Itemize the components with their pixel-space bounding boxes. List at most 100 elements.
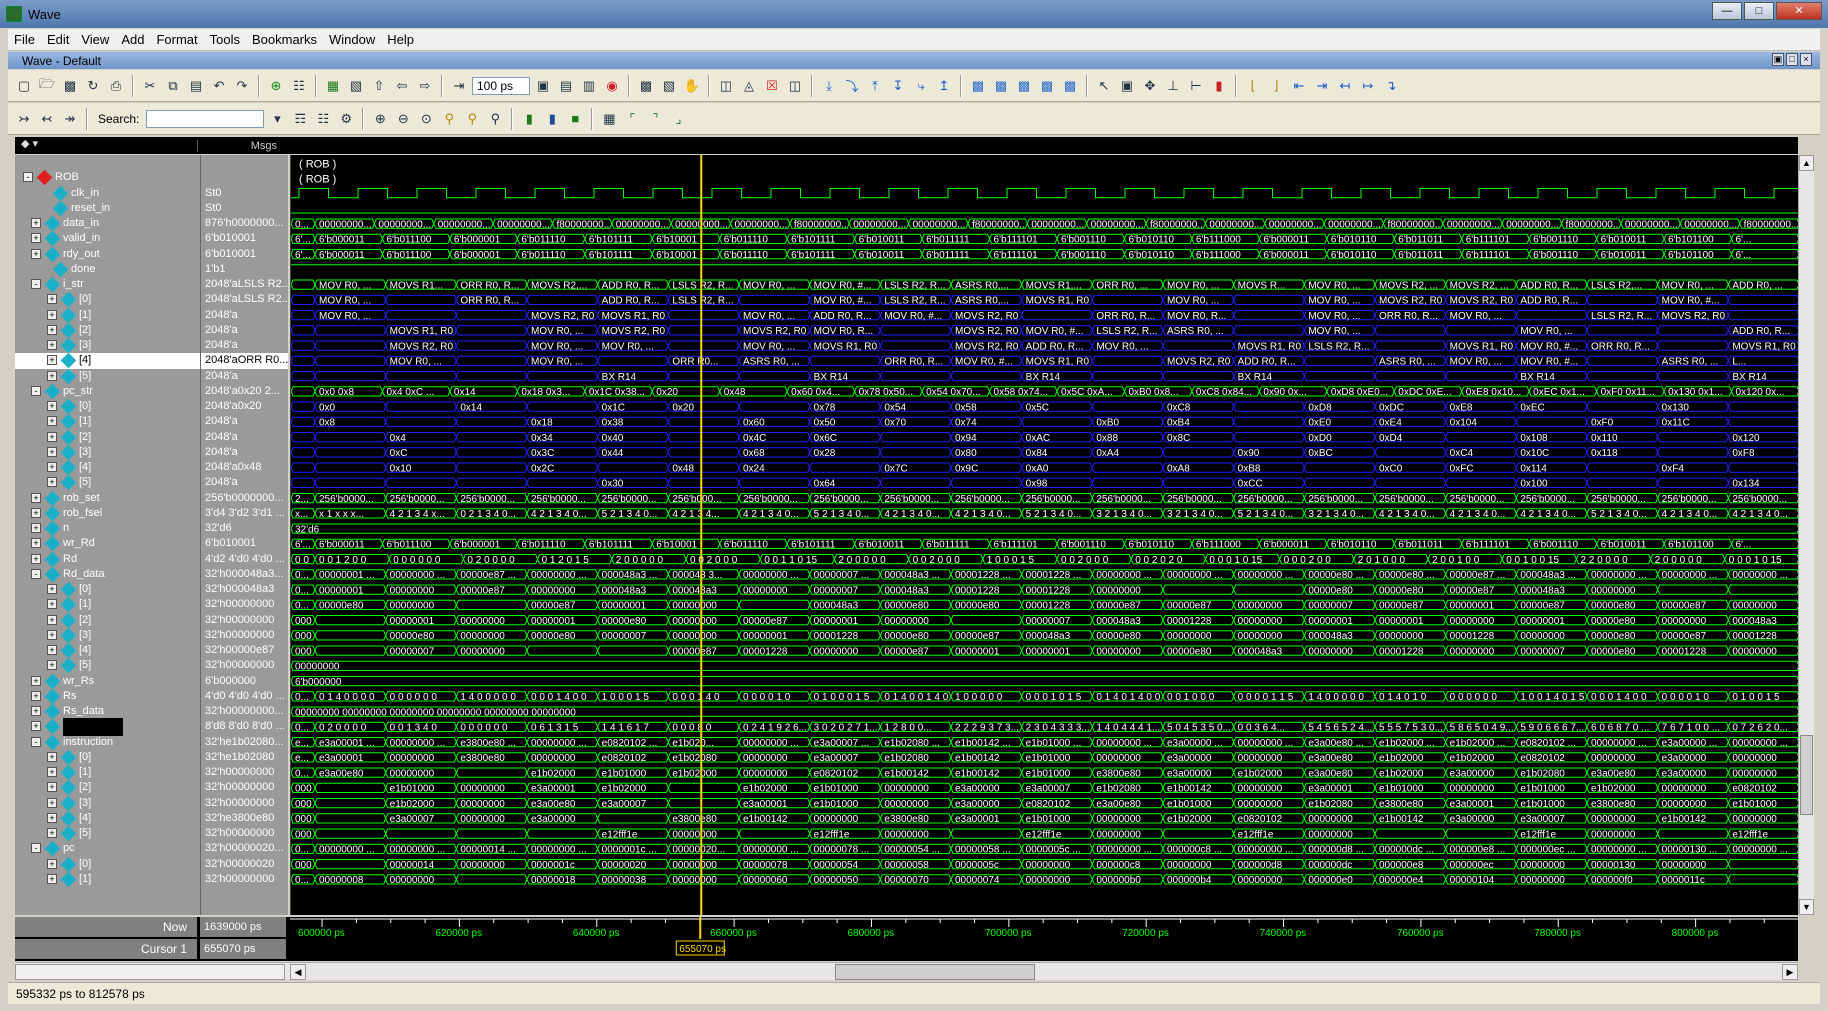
collapse-icon[interactable]: - xyxy=(31,843,41,854)
menu-window[interactable]: Window xyxy=(323,32,381,47)
menu-bookmarks[interactable]: Bookmarks xyxy=(246,32,323,47)
layout-icon[interactable]: ▩ xyxy=(636,76,656,96)
signal-row[interactable]: + [3] xyxy=(15,627,200,644)
signal-row[interactable]: + [1] xyxy=(15,413,200,430)
expand-icon[interactable]: + xyxy=(31,721,41,732)
signal-row[interactable]: - ROB xyxy=(15,169,200,186)
menu-add[interactable]: Add xyxy=(115,32,150,47)
signal-row[interactable]: clk_in xyxy=(15,185,200,201)
grid-icon[interactable]: ▦ xyxy=(599,109,619,129)
expand-icon[interactable]: + xyxy=(47,309,57,320)
signal-row[interactable]: - instruction xyxy=(15,734,200,750)
scroll-right-icon[interactable]: ▶ xyxy=(1782,964,1798,980)
add-icon[interactable]: ⊕ xyxy=(266,76,286,96)
step-out-icon[interactable]: ⤒ xyxy=(865,76,885,96)
signal-row[interactable]: + [2] xyxy=(15,612,200,628)
expand-icon[interactable]: + xyxy=(47,446,57,457)
signal-row[interactable]: - pc xyxy=(15,840,200,857)
wave-delete-icon[interactable]: ☒ xyxy=(762,76,782,96)
signal-row[interactable]: + [4] xyxy=(15,459,200,476)
expand-icon[interactable]: + xyxy=(47,355,57,366)
run-length-input[interactable] xyxy=(472,76,530,95)
expand-icon[interactable]: + xyxy=(47,828,57,838)
wave-compare-icon[interactable]: ◫ xyxy=(785,76,805,96)
macro-2-icon[interactable]: ▩ xyxy=(991,76,1011,96)
cut-icon[interactable]: ✂ xyxy=(140,76,160,96)
undo-icon[interactable]: ↶ xyxy=(209,76,229,96)
find-next-icon[interactable]: ☷ xyxy=(313,109,333,129)
time-axis-canvas[interactable]: 600000 ps 620000 ps 640000 ps 660000 ps 6800… xyxy=(290,917,1798,961)
continue-icon[interactable]: ▤ xyxy=(556,76,576,96)
edge-up-icon[interactable]: ⌜ xyxy=(622,109,642,129)
signal-row[interactable]: + [2] xyxy=(15,779,200,796)
signal-row[interactable]: + [5] xyxy=(15,474,200,491)
zoom-mode-icon[interactable]: ▣ xyxy=(1117,76,1137,96)
expand-icon[interactable]: + xyxy=(31,248,41,259)
close-pane-icon[interactable]: × xyxy=(1800,53,1812,66)
memory-icon[interactable]: ▧ xyxy=(659,76,679,96)
expand-icon[interactable]: + xyxy=(47,782,57,793)
expand-icon[interactable]: + xyxy=(47,812,57,823)
hand-icon[interactable]: ✋ xyxy=(682,76,702,96)
signal-row[interactable] xyxy=(15,155,200,170)
expand-icon[interactable]: + xyxy=(31,492,41,503)
run-icon[interactable]: ▣ xyxy=(533,76,553,96)
step-into-icon[interactable]: ⤓ xyxy=(819,76,839,96)
find-prev-icon[interactable]: ☶ xyxy=(290,109,310,129)
expand-icon[interactable]: + xyxy=(47,873,57,884)
copy-icon[interactable]: ⧉ xyxy=(163,76,183,96)
scroll-up-icon[interactable]: ▲ xyxy=(1799,155,1814,171)
prev-transition-icon[interactable]: ↤ xyxy=(1335,76,1355,96)
falling-edge-icon[interactable]: ↴ xyxy=(1381,76,1401,96)
undock-icon[interactable]: ▣ xyxy=(1772,53,1784,66)
menu-format[interactable]: Format xyxy=(150,32,203,47)
collapse-icon[interactable]: - xyxy=(31,736,41,747)
step-back-into-icon[interactable]: ↧ xyxy=(888,76,908,96)
cursor-delete-icon[interactable]: ⌋ xyxy=(1266,76,1286,96)
vertical-scroll-thumb[interactable] xyxy=(1800,735,1813,815)
signal-row[interactable]: + [5] xyxy=(15,368,200,384)
signal-row[interactable]: + [2] xyxy=(15,429,200,445)
signal-row[interactable]: + [1] xyxy=(15,871,200,888)
expand-icon[interactable]: + xyxy=(47,629,57,640)
signal-row[interactable]: - i_str xyxy=(15,276,200,293)
collapse-icon[interactable]: - xyxy=(31,279,41,289)
signal-values-panel[interactable]: St0 St0 876'h0000000... 6'b010001 6'b010001 1… xyxy=(200,155,288,915)
menu-help[interactable]: Help xyxy=(381,32,420,47)
compile-all-icon[interactable]: ▧ xyxy=(346,76,366,96)
expand-icon[interactable]: + xyxy=(47,797,57,808)
expand-icon[interactable]: + xyxy=(47,416,57,427)
signal-row[interactable]: + [0] xyxy=(15,398,200,415)
edge-any-icon[interactable]: ⌟ xyxy=(668,109,688,129)
expand-icon[interactable]: + xyxy=(47,462,57,472)
vertical-scrollbar[interactable]: ▲ ▼ xyxy=(1798,155,1814,915)
expand-icon[interactable]: + xyxy=(47,751,57,762)
expand-icon[interactable]: + xyxy=(47,614,57,625)
scroll-down-icon[interactable]: ▼ xyxy=(1799,899,1814,915)
run-all-icon[interactable]: ▥ xyxy=(579,76,599,96)
step-over-icon[interactable]: ⤵ xyxy=(842,76,862,96)
next-edge-icon[interactable]: ⇥ xyxy=(1312,76,1332,96)
signal-row[interactable]: + [3] xyxy=(15,337,200,354)
search-options-icon[interactable]: ⚙ xyxy=(336,109,356,129)
step-forward-icon[interactable]: ⇨ xyxy=(415,76,435,96)
expand-icon[interactable]: + xyxy=(31,218,41,228)
signal-row[interactable]: + wr_Rs xyxy=(15,673,200,689)
expand-icon[interactable]: + xyxy=(47,645,57,655)
expand-icon[interactable]: + xyxy=(31,538,41,549)
collapse-all-icon[interactable]: ↢ xyxy=(37,109,57,129)
signal-row[interactable]: + [0] xyxy=(15,856,200,872)
macro-5-icon[interactable]: ▩ xyxy=(1060,76,1080,96)
measure-icon[interactable]: ⊢ xyxy=(1186,76,1206,96)
find-icon[interactable]: ☷ xyxy=(289,76,309,96)
time-axis[interactable]: 600000 ps 620000 ps 640000 ps 660000 ps 6800… xyxy=(290,917,1798,961)
new-file-icon[interactable]: ▢ xyxy=(14,76,34,96)
zoom-last-icon[interactable]: ⚲ xyxy=(462,109,482,129)
expand-icon[interactable]: + xyxy=(47,324,57,335)
wave-format-3-icon[interactable]: ■ xyxy=(565,109,585,129)
expand-icon[interactable]: + xyxy=(47,340,57,350)
signal-row[interactable]: - Rd_data xyxy=(15,566,200,583)
menu-tools[interactable]: Tools xyxy=(204,32,246,47)
cursor-add-icon[interactable]: ⌊ xyxy=(1243,76,1263,96)
paste-icon[interactable]: ▤ xyxy=(186,76,206,96)
